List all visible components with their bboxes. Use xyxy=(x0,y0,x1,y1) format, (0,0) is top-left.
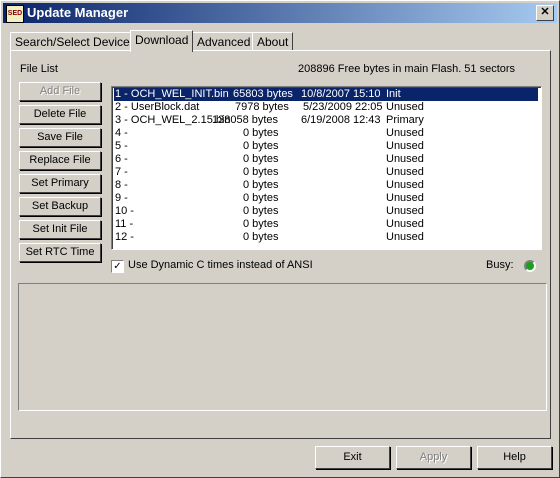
dynamic-c-label: Use Dynamic C times instead of ANSI xyxy=(128,259,313,271)
dynamic-c-checkbox[interactable]: ✓ xyxy=(111,260,124,273)
file-size: 65803 bytes xyxy=(233,88,293,100)
file-name: 9 - xyxy=(115,192,128,204)
file-row[interactable]: 7 - 0 bytes Unused xyxy=(114,166,538,179)
file-status: Unused xyxy=(386,127,424,139)
exit-button[interactable]: Exit xyxy=(315,446,390,469)
file-name: 10 - xyxy=(115,205,134,217)
file-size: 0 bytes xyxy=(243,140,279,152)
file-size: 0 bytes xyxy=(243,205,279,217)
file-row[interactable]: 4 - 0 bytes Unused xyxy=(114,127,538,140)
file-status: Unused xyxy=(386,205,424,217)
window-title: Update Manager xyxy=(27,5,129,20)
file-status: Unused xyxy=(386,140,424,152)
set-primary-button[interactable]: Set Primary xyxy=(19,174,101,193)
file-name: 6 - xyxy=(115,153,128,165)
download-panel: File List 208896 Free bytes in main Flas… xyxy=(10,50,551,439)
busy-label: Busy: xyxy=(486,259,514,271)
file-name: 2 - UserBlock.dat xyxy=(115,101,200,113)
file-size: 0 bytes xyxy=(243,166,279,178)
save-file-button[interactable]: Save File xyxy=(19,128,101,147)
file-size: 138058 bytes xyxy=(212,114,279,126)
file-row[interactable]: 11 - 0 bytes Unused xyxy=(114,218,538,231)
title-bar[interactable]: SED Update Manager ✕ xyxy=(3,3,557,23)
file-status: Unused xyxy=(386,101,424,113)
tab-advanced[interactable]: Advanced xyxy=(192,32,256,51)
file-row[interactable]: 12 - 0 bytes Unused xyxy=(114,231,538,244)
add-file-button[interactable]: Add File xyxy=(19,82,101,101)
file-size: 0 bytes xyxy=(243,231,279,243)
flash-info: 208896 Free bytes in main Flash. 51 sect… xyxy=(298,63,516,75)
app-icon: SED xyxy=(6,5,24,23)
file-row[interactable]: 10 - 0 bytes Unused xyxy=(114,205,538,218)
file-status: Unused xyxy=(386,231,424,243)
file-name: 4 - xyxy=(115,127,128,139)
file-date: 10/8/2007 15:10 xyxy=(301,88,381,100)
replace-file-button[interactable]: Replace File xyxy=(19,151,101,170)
file-row[interactable]: 8 - 0 bytes Unused xyxy=(114,179,538,192)
file-size: 7978 bytes xyxy=(235,101,289,113)
file-row[interactable]: 1 - OCH_WEL_INIT.bin 65803 bytes 10/8/20… xyxy=(114,88,538,101)
file-row[interactable]: 3 - OCH_WEL_2.15.bin 138058 bytes 6/19/2… xyxy=(114,114,538,127)
file-status: Unused xyxy=(386,179,424,191)
tab-download[interactable]: Download xyxy=(130,30,194,52)
file-name: 1 - OCH_WEL_INIT.bin xyxy=(115,88,229,100)
file-status: Primary xyxy=(386,114,424,126)
tab-about[interactable]: About xyxy=(252,32,294,51)
file-date: 6/19/2008 12:43 xyxy=(301,114,381,126)
file-row[interactable]: 2 - UserBlock.dat 7978 bytes 5/23/2009 2… xyxy=(114,101,538,114)
close-icon[interactable]: ✕ xyxy=(536,5,554,21)
file-name: 12 - xyxy=(115,231,134,243)
file-name: 11 - xyxy=(115,218,134,230)
file-row[interactable]: 6 - 0 bytes Unused xyxy=(114,153,538,166)
file-row[interactable]: 5 - 0 bytes Unused xyxy=(114,140,538,153)
file-status: Unused xyxy=(386,166,424,178)
file-list-label: File List xyxy=(20,63,58,75)
file-status: Unused xyxy=(386,192,424,204)
file-date: 5/23/2009 22:05 xyxy=(303,101,383,113)
file-size: 0 bytes xyxy=(243,153,279,165)
check-icon: ✓ xyxy=(113,261,122,272)
file-size: 0 bytes xyxy=(243,218,279,230)
status-log-area xyxy=(18,283,547,411)
file-status: Init xyxy=(386,88,401,100)
set-rtc-time-button[interactable]: Set RTC Time xyxy=(19,243,101,262)
file-row[interactable]: 9 - 0 bytes Unused xyxy=(114,192,538,205)
file-status: Unused xyxy=(386,218,424,230)
file-name: 7 - xyxy=(115,166,128,178)
file-status: Unused xyxy=(386,153,424,165)
file-name: 5 - xyxy=(115,140,128,152)
update-manager-window: SED Update Manager ✕ Search/Select Devic… xyxy=(0,0,560,478)
delete-file-button[interactable]: Delete File xyxy=(19,105,101,124)
apply-button[interactable]: Apply xyxy=(396,446,471,469)
file-size: 0 bytes xyxy=(243,192,279,204)
set-init-file-button[interactable]: Set Init File xyxy=(19,220,101,239)
tab-search-select-device[interactable]: Search/Select Device xyxy=(10,32,135,51)
file-name: 8 - xyxy=(115,179,128,191)
file-list[interactable]: 1 - OCH_WEL_INIT.bin 65803 bytes 10/8/20… xyxy=(111,86,542,250)
file-size: 0 bytes xyxy=(243,127,279,139)
help-button[interactable]: Help xyxy=(477,446,552,469)
busy-indicator-icon xyxy=(524,260,536,272)
file-size: 0 bytes xyxy=(243,179,279,191)
set-backup-button[interactable]: Set Backup xyxy=(19,197,101,216)
